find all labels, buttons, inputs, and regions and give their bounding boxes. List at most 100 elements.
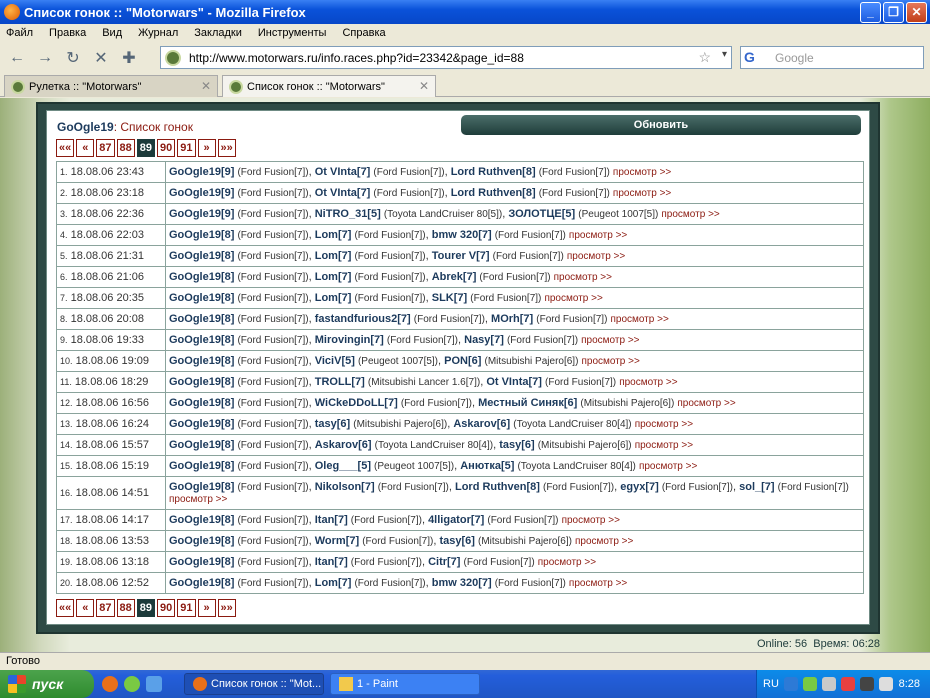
menu-file[interactable]: Файл bbox=[6, 27, 33, 39]
home-icon[interactable]: ✚ bbox=[118, 47, 140, 69]
page-link[interactable]: »» bbox=[217, 139, 236, 157]
chevron-down-icon[interactable]: ▾ bbox=[722, 49, 727, 60]
menu-view[interactable]: Вид bbox=[102, 27, 122, 39]
driver-link[interactable]: Lom[7] bbox=[315, 250, 352, 262]
driver-link[interactable]: GoOgle19[8] bbox=[169, 355, 234, 367]
driver-link[interactable]: Lom[7] bbox=[315, 271, 352, 283]
page-link[interactable]: 89 bbox=[136, 599, 155, 617]
refresh-button[interactable]: Обновить bbox=[461, 115, 861, 135]
driver-link[interactable]: SLK[7] bbox=[432, 292, 467, 304]
driver-link[interactable]: Lom[7] bbox=[315, 577, 352, 589]
driver-link[interactable]: Citr[7] bbox=[428, 556, 460, 568]
menu-bookmarks[interactable]: Закладки bbox=[194, 27, 242, 39]
driver-link[interactable]: bmw 320[7] bbox=[432, 229, 492, 241]
view-link[interactable]: просмотр >> bbox=[544, 293, 602, 304]
view-link[interactable]: просмотр >> bbox=[610, 314, 668, 325]
driver-link[interactable]: GoOgle19[8] bbox=[169, 460, 234, 472]
back-icon[interactable]: ← bbox=[6, 47, 28, 69]
window-titlebar[interactable]: Список гонок :: "Motorwars" - Mozilla Fi… bbox=[0, 0, 930, 24]
driver-link[interactable]: bmw 320[7] bbox=[432, 577, 492, 589]
driver-link[interactable]: sol_[7] bbox=[739, 481, 774, 493]
antivirus-icon[interactable] bbox=[840, 677, 855, 691]
menu-history[interactable]: Журнал bbox=[138, 27, 178, 39]
view-link[interactable]: просмотр >> bbox=[639, 461, 697, 472]
driver-link[interactable]: egyx[7] bbox=[620, 481, 659, 493]
view-link[interactable]: просмотр >> bbox=[581, 356, 639, 367]
view-link[interactable]: просмотр >> bbox=[613, 188, 671, 199]
driver-link[interactable]: GoOgle19[8] bbox=[169, 481, 234, 493]
tab-roulette[interactable]: Рулетка :: "Motorwars" ✕ bbox=[4, 75, 218, 97]
driver-link[interactable]: TROLL[7] bbox=[315, 376, 365, 388]
menu-tools[interactable]: Инструменты bbox=[258, 27, 327, 39]
view-link[interactable]: просмотр >> bbox=[619, 377, 677, 388]
page-link[interactable]: « bbox=[76, 599, 95, 617]
page-link[interactable]: » bbox=[197, 139, 216, 157]
page-link[interactable]: 90 bbox=[157, 599, 176, 617]
driver-link[interactable]: tasy[6] bbox=[499, 439, 534, 451]
driver-link[interactable]: GoOgle19[8] bbox=[169, 250, 234, 262]
menu-edit[interactable]: Правка bbox=[49, 27, 86, 39]
driver-link[interactable]: GoOgle19[9] bbox=[169, 208, 234, 220]
steam-icon[interactable] bbox=[821, 677, 836, 691]
driver-link[interactable]: GoOgle19[8] bbox=[169, 418, 234, 430]
driver-link[interactable]: Oleg___[5] bbox=[315, 460, 371, 472]
view-link[interactable]: просмотр >> bbox=[677, 398, 735, 409]
driver-link[interactable]: GoOgle19[8] bbox=[169, 439, 234, 451]
page-link[interactable]: 88 bbox=[116, 599, 135, 617]
driver-link[interactable]: GoOgle19[8] bbox=[169, 397, 234, 409]
driver-link[interactable]: Askarov[6] bbox=[315, 439, 372, 451]
view-link[interactable]: просмотр >> bbox=[554, 272, 612, 283]
view-link[interactable]: просмотр >> bbox=[169, 494, 227, 505]
search-input[interactable]: G Google bbox=[740, 46, 924, 69]
menu-help[interactable]: Справка bbox=[342, 27, 385, 39]
driver-link[interactable]: GoOgle19[8] bbox=[169, 292, 234, 304]
driver-link[interactable]: Ot VInta[7] bbox=[315, 166, 371, 178]
firefox-icon[interactable] bbox=[102, 676, 118, 692]
driver-link[interactable]: Lord Ruthven[8] bbox=[451, 187, 536, 199]
driver-link[interactable]: GoOgle19[8] bbox=[169, 271, 234, 283]
driver-link[interactable]: Nikolson[7] bbox=[315, 481, 375, 493]
start-button[interactable]: пуск bbox=[0, 670, 94, 698]
network-icon[interactable] bbox=[783, 677, 798, 691]
driver-link[interactable]: Mirovingin[7] bbox=[315, 334, 384, 346]
driver-link[interactable]: GoOgle19[8] bbox=[169, 229, 234, 241]
reload-icon[interactable]: ↻ bbox=[62, 47, 84, 69]
driver-link[interactable]: PON[6] bbox=[444, 355, 481, 367]
page-link[interactable]: » bbox=[197, 599, 216, 617]
driver-link[interactable]: WiCkeDDoLL[7] bbox=[315, 397, 398, 409]
forward-icon[interactable]: → bbox=[34, 47, 56, 69]
page-link[interactable]: 89 bbox=[136, 139, 155, 157]
page-link[interactable]: «« bbox=[56, 139, 75, 157]
driver-link[interactable]: Askarov[6] bbox=[453, 418, 510, 430]
driver-link[interactable]: ЗОЛОТЦЕ[5] bbox=[508, 208, 575, 220]
driver-link[interactable]: GoOgle19[8] bbox=[169, 334, 234, 346]
driver-link[interactable]: GoOgle19[8] bbox=[169, 577, 234, 589]
taskbar-item-firefox[interactable]: Список гонок :: "Mot... bbox=[184, 673, 324, 695]
tray-app-icon[interactable] bbox=[802, 677, 817, 691]
driver-link[interactable]: GoOgle19[8] bbox=[169, 556, 234, 568]
view-link[interactable]: просмотр >> bbox=[538, 557, 596, 568]
close-tab-icon[interactable]: ✕ bbox=[201, 79, 211, 93]
driver-link[interactable]: MOrh[7] bbox=[491, 313, 533, 325]
driver-link[interactable]: Itan[7] bbox=[315, 556, 348, 568]
view-link[interactable]: просмотр >> bbox=[569, 230, 627, 241]
taskbar-item-paint[interactable]: 1 - Paint bbox=[330, 673, 480, 695]
driver-link[interactable]: Ot VInta[7] bbox=[315, 187, 371, 199]
driver-link[interactable]: Анютка[5] bbox=[460, 460, 514, 472]
page-link[interactable]: 91 bbox=[177, 599, 196, 617]
maximize-button[interactable]: ❐ bbox=[883, 2, 904, 23]
driver-link[interactable]: Lord Ruthven[8] bbox=[455, 481, 540, 493]
driver-link[interactable]: NiTRO_31[5] bbox=[315, 208, 381, 220]
language-indicator[interactable]: RU bbox=[763, 678, 779, 690]
driver-link[interactable]: tasy[6] bbox=[315, 418, 350, 430]
driver-link[interactable]: Nasy[7] bbox=[464, 334, 504, 346]
url-input[interactable]: http://www.motorwars.ru/info.races.php?i… bbox=[160, 46, 732, 69]
flower-icon[interactable] bbox=[124, 676, 140, 692]
page-link[interactable]: «« bbox=[56, 599, 75, 617]
page-link[interactable]: 91 bbox=[177, 139, 196, 157]
username-link[interactable]: GoOgle19 bbox=[57, 120, 114, 134]
media-icon[interactable] bbox=[859, 677, 874, 691]
driver-link[interactable]: Lord Ruthven[8] bbox=[451, 166, 536, 178]
google-icon[interactable]: G bbox=[744, 49, 760, 66]
page-link[interactable]: »» bbox=[217, 599, 236, 617]
